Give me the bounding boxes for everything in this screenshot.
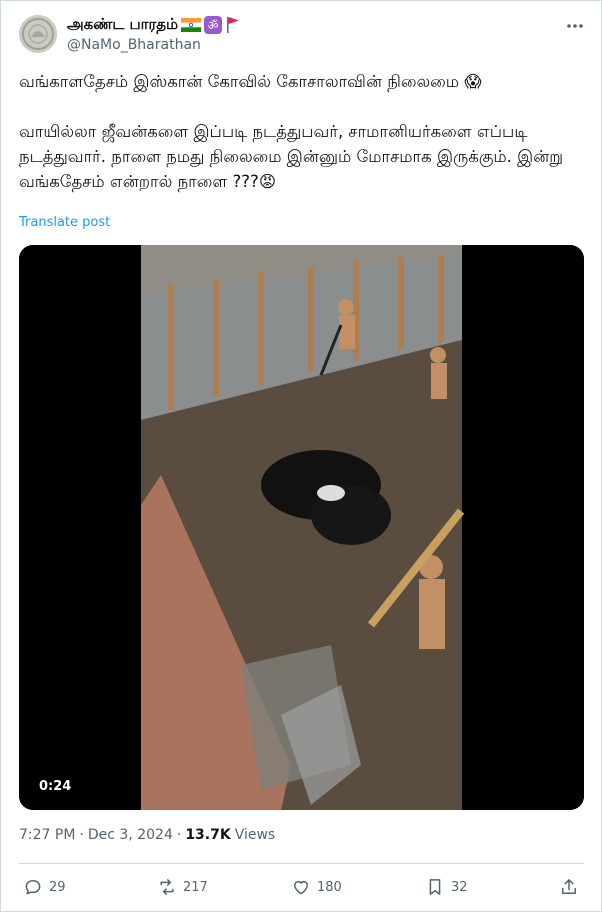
tweet-time[interactable]: 7:27 PM xyxy=(19,827,75,843)
repost-button[interactable]: 217 xyxy=(157,877,208,897)
video-thumbnail xyxy=(19,245,584,810)
bookmark-button[interactable]: 32 xyxy=(425,877,468,897)
more-options-button[interactable] xyxy=(564,15,586,37)
like-count: 180 xyxy=(317,879,342,895)
tweet-paragraph-2-text: வாயில்லா ஜீவன்களை இப்படி நடத்துபவர், சாம… xyxy=(19,122,569,191)
action-bar: 29 217 180 32 xyxy=(1,873,602,903)
india-flag-icon xyxy=(181,18,202,32)
meta-separator: · xyxy=(79,827,84,843)
meta-separator: · xyxy=(176,827,182,843)
repost-count: 217 xyxy=(183,879,208,895)
angry-emoji-icon: 😡 xyxy=(258,172,277,191)
tweet-date[interactable]: Dec 3, 2024 xyxy=(88,827,173,843)
views-label: Views xyxy=(234,827,276,843)
reply-icon xyxy=(25,880,41,895)
display-name[interactable]: அகண்ட பாரதம் xyxy=(67,15,178,35)
video-player[interactable]: 0:24 xyxy=(19,245,584,810)
repost-icon xyxy=(160,879,174,895)
views-count[interactable]: 13.7K xyxy=(185,827,230,843)
scream-emoji-icon: 😱 xyxy=(464,72,482,91)
author-name-row: அகண்ட பாரதம் ॐ xyxy=(67,15,241,35)
translate-post-link[interactable]: Translate post xyxy=(19,215,110,230)
tweet-text: வங்காளதேசம் இஸ்கான் கோவில் கோசாலாவின் நி… xyxy=(19,69,587,194)
heart-icon xyxy=(294,881,308,895)
share-icon xyxy=(562,879,576,894)
like-button[interactable]: 180 xyxy=(291,877,342,897)
red-flag-icon xyxy=(227,17,240,33)
tweet-paragraph-2: வாயில்லா ஜீவன்களை இப்படி நடத்துபவர், சாம… xyxy=(19,119,587,194)
tweet-line-1: வங்காளதேசம் இஸ்கான் கோவில் கோசாலாவின் நி… xyxy=(19,69,587,94)
reply-count: 29 xyxy=(49,879,66,895)
bookmark-icon xyxy=(429,879,441,895)
more-dots-icon xyxy=(567,24,583,28)
bookmark-count: 32 xyxy=(451,879,468,895)
om-icon: ॐ xyxy=(204,16,223,34)
tweet-card: அகண்ட பாரதம் ॐ @NaMo_Bharathan வங்காளதேச… xyxy=(0,0,602,912)
avatar-image xyxy=(19,15,57,53)
share-button[interactable] xyxy=(559,877,579,897)
reply-button[interactable]: 29 xyxy=(23,877,66,897)
svg-text:ॐ: ॐ xyxy=(208,19,219,33)
divider xyxy=(19,863,584,864)
tweet-meta: 7:27 PM · Dec 3, 2024 · 13.7K Views xyxy=(19,827,275,843)
author-handle[interactable]: @NaMo_Bharathan xyxy=(67,37,201,53)
video-duration-badge: 0:24 xyxy=(33,776,78,798)
tweet-line-1-text: வங்காளதேசம் இஸ்கான் கோவில் கோசாலாவின் நி… xyxy=(19,72,460,91)
avatar[interactable] xyxy=(19,15,57,53)
